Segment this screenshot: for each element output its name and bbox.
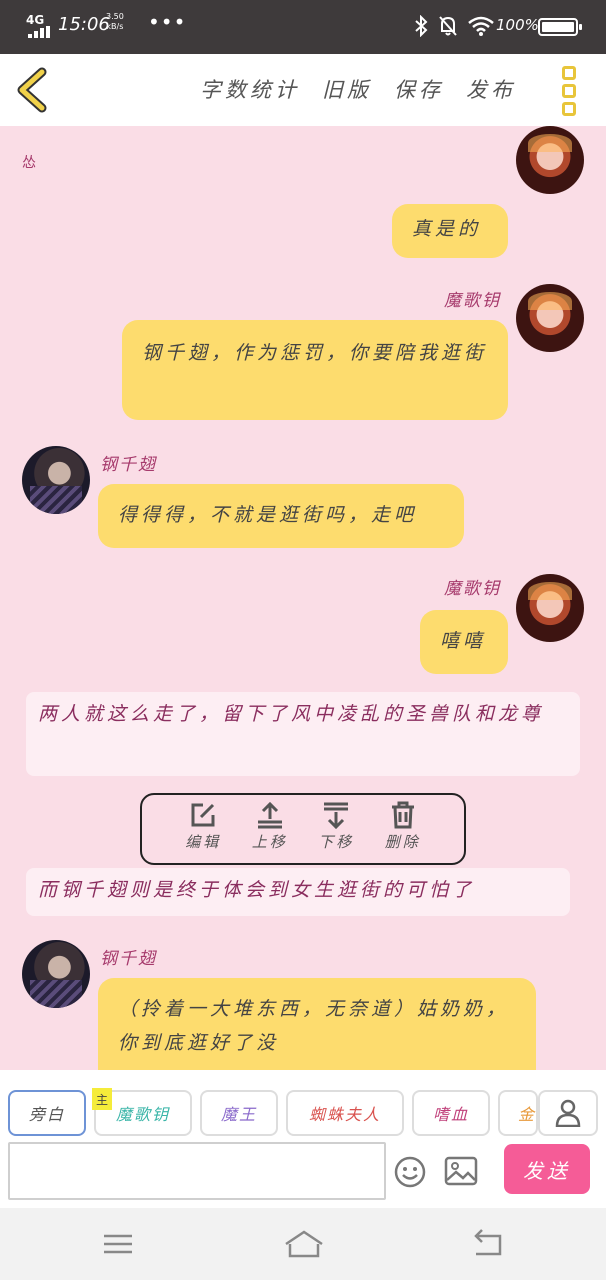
role-selector-bar: 旁白 主 魔歌钥 魔王 蜘蛛夫人 嗜血 金: [0, 1070, 606, 1142]
menu-icon[interactable]: [98, 1228, 138, 1260]
header-actions: 字数统计 旧版 保存 发布: [200, 74, 516, 104]
role-jin[interactable]: 金: [498, 1090, 538, 1136]
net-speed: 3.50 kB/s: [106, 12, 124, 32]
role-label: 金: [518, 1105, 537, 1124]
status-icons: [414, 13, 494, 39]
arrow-up-icon: [257, 801, 282, 829]
person-icon: [555, 1099, 581, 1127]
save-button[interactable]: 保存: [394, 74, 444, 104]
avatar[interactable]: [516, 126, 584, 194]
editor-header: 字数统计 旧版 保存 发布: [0, 54, 606, 126]
signal-icon: [28, 26, 52, 38]
main-role-badge: 主: [92, 1088, 112, 1110]
input-bar: 发送: [0, 1136, 606, 1208]
menu-dot-icon: [562, 102, 576, 116]
battery-percent: 100%: [496, 16, 539, 34]
role-narrator[interactable]: 旁白: [8, 1090, 86, 1136]
edit-button[interactable]: 编辑: [175, 801, 231, 857]
send-button[interactable]: 发送: [504, 1144, 590, 1194]
avatar[interactable]: [22, 446, 90, 514]
role-label: 旁白: [28, 1105, 65, 1124]
chat-area[interactable]: 怂 真是的 魔歌钥 钢千翅，作为惩罚，你要陪我逛街 钢千翅 得得得，不就是逛街吗…: [0, 126, 606, 1070]
message-input[interactable]: [8, 1142, 386, 1200]
avatar[interactable]: [516, 284, 584, 352]
arrow-down-icon: [324, 802, 349, 829]
status-bar: 4G 15:06 3.50 kB/s ••• 100%: [0, 0, 606, 54]
system-nav-bar: [0, 1208, 606, 1280]
clock: 15:06: [58, 14, 110, 35]
top-label: 怂: [22, 155, 36, 171]
emoji-icon[interactable]: [394, 1156, 426, 1188]
move-up-label: 上移: [251, 833, 288, 851]
role-label: 嗜血: [432, 1105, 469, 1124]
chat-bubble[interactable]: （拎着一大堆东西，无奈道）姑奶奶，你到底逛好了没: [98, 978, 536, 1070]
character-manage-button[interactable]: [538, 1090, 598, 1136]
move-up-button[interactable]: 上移: [242, 801, 298, 857]
network-type: 4G: [26, 13, 45, 27]
role-mowang[interactable]: 魔王: [200, 1090, 278, 1136]
role-label: 蜘蛛夫人: [308, 1105, 381, 1124]
role-label: 魔王: [220, 1105, 257, 1124]
delete-button[interactable]: 删除: [375, 801, 431, 857]
speaker-name: 钢千翅: [100, 949, 157, 969]
net-speed-unit: kB/s: [106, 22, 124, 31]
image-icon[interactable]: [444, 1156, 478, 1186]
chat-bubble[interactable]: 嘻嘻: [420, 610, 508, 674]
publish-button[interactable]: 发布: [466, 74, 516, 104]
chat-bubble[interactable]: 真是的: [392, 204, 508, 258]
menu-dot-icon: [562, 66, 576, 80]
role-zhizhu-furen[interactable]: 蜘蛛夫人: [286, 1090, 404, 1136]
avatar[interactable]: [516, 574, 584, 642]
narration-block[interactable]: 两人就这么走了，留下了风中凌乱的圣兽队和龙尊: [26, 692, 580, 776]
speaker-name: 魔歌钥: [444, 291, 501, 311]
avatar[interactable]: [22, 940, 90, 1008]
role-shixue[interactable]: 嗜血: [412, 1090, 490, 1136]
battery-icon: [538, 18, 582, 36]
back-nav-icon[interactable]: [468, 1228, 508, 1260]
bluetooth-icon: [415, 15, 428, 37]
role-mogeyao[interactable]: 主 魔歌钥: [92, 1088, 192, 1136]
edit-label: 编辑: [185, 833, 222, 851]
menu-dot-icon: [562, 84, 576, 98]
trash-icon: [391, 801, 414, 829]
role-label: 魔歌钥: [115, 1105, 170, 1124]
move-down-button[interactable]: 下移: [308, 801, 364, 857]
more-menu-button[interactable]: [562, 66, 584, 116]
net-speed-value: 3.50: [106, 12, 124, 21]
chat-bubble[interactable]: 得得得，不就是逛街吗，走吧: [98, 484, 464, 548]
mute-icon: [439, 16, 457, 36]
move-down-label: 下移: [318, 833, 355, 851]
old-version-button[interactable]: 旧版: [322, 74, 372, 104]
message-edit-toolbar: 编辑 上移 下移 删除: [140, 793, 466, 865]
delete-label: 删除: [384, 833, 421, 851]
speaker-name: 钢千翅: [100, 455, 157, 475]
home-icon[interactable]: [282, 1228, 326, 1260]
word-count-button[interactable]: 字数统计: [200, 74, 300, 104]
notification-dots: •••: [148, 10, 187, 34]
narration-block[interactable]: 而钢千翅则是终于体会到女生逛街的可怕了: [26, 868, 570, 916]
chat-bubble[interactable]: 钢千翅，作为惩罚，你要陪我逛街: [122, 320, 508, 420]
speaker-name: 魔歌钥: [444, 579, 501, 599]
wifi-icon: [468, 16, 494, 36]
edit-icon: [191, 803, 215, 827]
back-button[interactable]: [12, 66, 60, 114]
